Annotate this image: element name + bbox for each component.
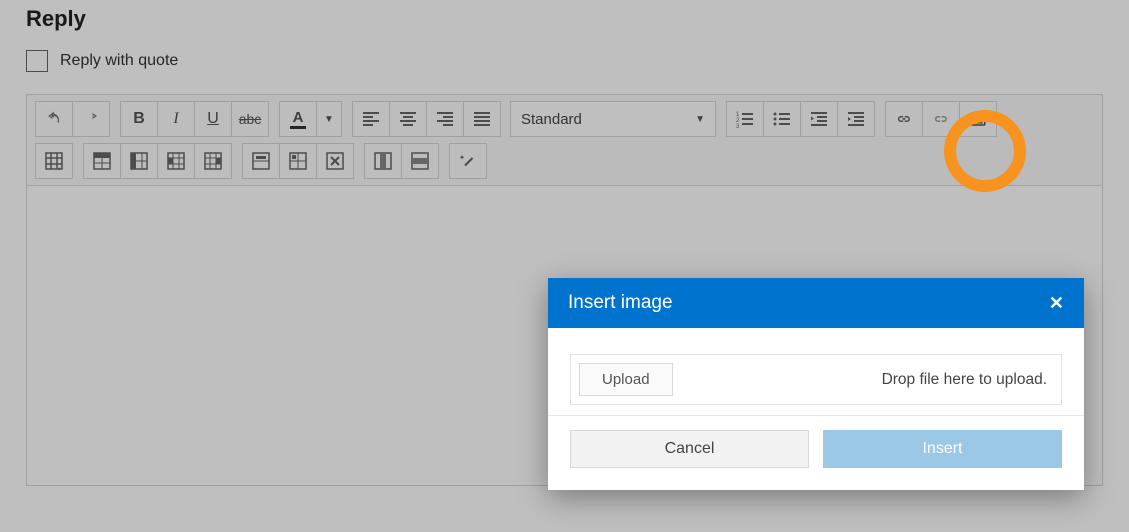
table-row-header-button[interactable] xyxy=(83,143,121,179)
reply-with-quote-label: Reply with quote xyxy=(60,52,178,70)
text-color-icon: A xyxy=(290,110,306,129)
dialog-footer: Cancel Insert xyxy=(548,416,1084,490)
bold-icon: B xyxy=(133,110,145,128)
outdent-button[interactable] xyxy=(800,101,838,137)
split-cells-icon xyxy=(289,152,307,170)
undo-icon xyxy=(45,110,63,128)
strikethrough-button[interactable]: abc xyxy=(231,101,269,137)
link-button[interactable] xyxy=(885,101,923,137)
paragraph-format-label: Standard xyxy=(521,111,582,128)
table-delete-button[interactable] xyxy=(316,143,354,179)
table-cell-left-button[interactable] xyxy=(157,143,195,179)
align-right-icon xyxy=(436,110,454,128)
dialog-body: Upload Drop file here to upload. xyxy=(548,328,1084,416)
close-icon: ✕ xyxy=(1049,293,1064,313)
dialog-title: Insert image xyxy=(568,292,673,314)
reply-with-quote-checkbox[interactable] xyxy=(26,50,48,72)
unlink-icon xyxy=(932,110,950,128)
unordered-list-icon xyxy=(773,110,791,128)
underline-icon: U xyxy=(207,110,219,128)
text-color-button[interactable]: A xyxy=(279,101,317,137)
table-header-col-icon xyxy=(130,152,148,170)
align-justify-icon xyxy=(473,110,491,128)
table-icon: + xyxy=(45,152,63,170)
align-center-icon xyxy=(399,110,417,128)
merge-cells-icon xyxy=(252,152,270,170)
reply-with-quote-row: Reply with quote xyxy=(26,50,1103,72)
table-col-button[interactable] xyxy=(364,143,402,179)
table-cell-1-icon xyxy=(167,152,185,170)
cancel-button-label: Cancel xyxy=(665,440,715,458)
svg-text:3: 3 xyxy=(736,124,740,128)
drop-hint-text: Drop file here to upload. xyxy=(882,371,1047,389)
table-split-button[interactable] xyxy=(279,143,317,179)
align-center-button[interactable] xyxy=(389,101,427,137)
magic-wand-icon xyxy=(459,152,477,170)
underline-button[interactable]: U xyxy=(194,101,232,137)
table-row-button[interactable] xyxy=(401,143,439,179)
svg-text:+: + xyxy=(57,165,62,170)
ordered-list-button[interactable]: 123 xyxy=(726,101,764,137)
chevron-down-icon: ▼ xyxy=(695,114,705,125)
text-color-dropdown[interactable]: ▼ xyxy=(316,101,342,137)
undo-button[interactable] xyxy=(35,101,73,137)
page-title: Reply xyxy=(26,6,1103,32)
outdent-icon xyxy=(810,110,828,128)
bold-button[interactable]: B xyxy=(120,101,158,137)
paragraph-format-select[interactable]: Standard ▼ xyxy=(510,101,716,137)
dialog-header: Insert image ✕ xyxy=(548,278,1084,328)
upload-button[interactable]: Upload xyxy=(579,363,673,396)
align-left-button[interactable] xyxy=(352,101,390,137)
indent-icon xyxy=(847,110,865,128)
align-justify-button[interactable] xyxy=(463,101,501,137)
unordered-list-button[interactable] xyxy=(763,101,801,137)
align-left-icon xyxy=(362,110,380,128)
upload-button-label: Upload xyxy=(602,371,650,388)
upload-drop-zone[interactable]: Upload Drop file here to upload. xyxy=(570,354,1062,405)
table-cell-2-icon xyxy=(204,152,222,170)
ordered-list-icon: 123 xyxy=(736,110,754,128)
strikethrough-icon: abc xyxy=(239,111,262,127)
insert-image-dialog: Insert image ✕ Upload Drop file here to … xyxy=(548,278,1084,490)
insert-button[interactable]: Insert xyxy=(823,430,1062,468)
table-col-icon xyxy=(374,152,392,170)
unlink-button[interactable] xyxy=(922,101,960,137)
editor-toolbar: B I U abc A ▼ Stand xyxy=(27,95,1102,185)
link-icon xyxy=(895,110,913,128)
cancel-button[interactable]: Cancel xyxy=(570,430,809,468)
insert-table-button[interactable]: + xyxy=(35,143,73,179)
italic-icon: I xyxy=(173,110,178,128)
dialog-close-button[interactable]: ✕ xyxy=(1049,293,1064,314)
table-header-row-icon xyxy=(93,152,111,170)
table-merge-button[interactable] xyxy=(242,143,280,179)
insert-button-label: Insert xyxy=(922,440,962,458)
table-cell-right-button[interactable] xyxy=(194,143,232,179)
indent-button[interactable] xyxy=(837,101,875,137)
image-icon xyxy=(969,110,987,128)
italic-button[interactable]: I xyxy=(157,101,195,137)
table-col-header-button[interactable] xyxy=(120,143,158,179)
delete-table-icon xyxy=(326,152,344,170)
redo-icon xyxy=(82,110,100,128)
chevron-down-icon: ▼ xyxy=(324,114,334,125)
insert-image-button[interactable] xyxy=(959,101,997,137)
redo-button[interactable] xyxy=(72,101,110,137)
clear-formatting-button[interactable] xyxy=(449,143,487,179)
align-right-button[interactable] xyxy=(426,101,464,137)
table-row-icon xyxy=(411,152,429,170)
